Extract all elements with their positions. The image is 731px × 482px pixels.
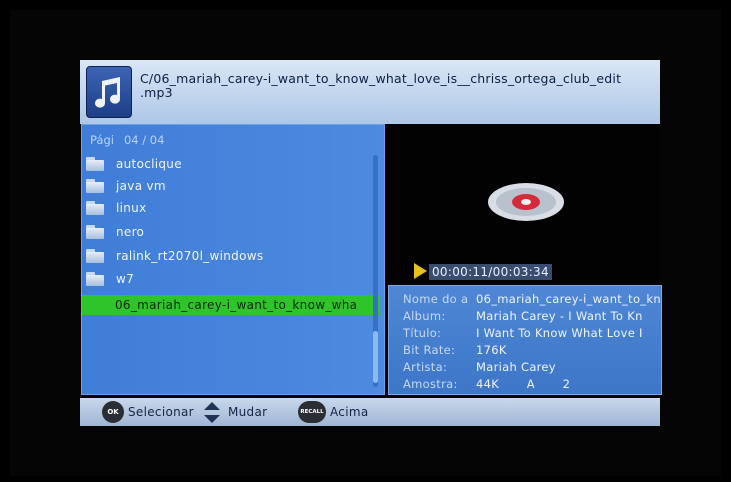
list-item-label: w7 — [116, 272, 135, 286]
file-list-panel: Pági 04 / 04 autoclique java vm linux ner… — [81, 124, 385, 395]
selected-list-item[interactable]: 06_mariah_carey-i_want_to_know_wha — [82, 295, 380, 315]
cd-icon — [488, 183, 564, 221]
list-item[interactable]: java vm — [82, 176, 374, 196]
play-icon[interactable] — [414, 263, 427, 279]
selected-item-label: 06_mariah_carey-i_want_to_know_wha — [115, 298, 358, 312]
folder-icon — [86, 201, 106, 215]
info-value: Mariah Carey - I Want To Kn — [476, 309, 643, 323]
media-info-panel: Nome do a 06_mariah_carey-i_want_to_kn Al… — [388, 285, 662, 395]
info-value: I Want To Know What Love I — [476, 326, 643, 340]
list-item-label: autoclique — [116, 157, 182, 171]
info-key: Amostra: — [403, 377, 458, 391]
list-item[interactable]: autoclique — [82, 154, 374, 174]
list-item[interactable]: nero — [82, 222, 374, 242]
folder-icon — [86, 225, 106, 239]
list-item[interactable]: ralink_rt2070l_windows — [82, 246, 374, 266]
info-row-album: Album: Mariah Carey - I Want To Kn — [403, 309, 643, 323]
list-item-label: ralink_rt2070l_windows — [116, 249, 264, 263]
file-path-line2: .mp3 — [140, 85, 173, 100]
page-label: Pági — [90, 133, 114, 147]
info-row-bitrate: Bit Rate: 176K — [403, 343, 507, 357]
info-value: 176K — [476, 343, 507, 357]
list-item-label: nero — [116, 225, 145, 239]
page-number: 04 / 04 — [123, 133, 165, 147]
folder-icon — [86, 157, 106, 171]
list-item[interactable]: linux — [82, 198, 374, 218]
ok-button-icon[interactable]: OK — [102, 401, 124, 423]
music-note-icon — [86, 66, 132, 118]
info-key: Bit Rate: — [403, 343, 456, 357]
file-path: C/06_mariah_carey-i_want_to_know_what_lo… — [140, 72, 650, 100]
list-item-label: java vm — [116, 179, 166, 193]
up-label: Acima — [330, 405, 369, 419]
page-indicator: Pági 04 / 04 — [90, 133, 164, 147]
list-item-label: linux — [116, 201, 147, 215]
recall-button-icon[interactable]: RECALL — [298, 401, 326, 423]
footer-bar: OK Selecionar Mudar RECALL Acima — [80, 398, 660, 426]
list-item[interactable]: w7 — [82, 269, 374, 289]
info-value: 44K A 2 — [476, 377, 571, 391]
folder-icon — [86, 272, 106, 286]
info-key: Album: — [403, 309, 446, 323]
select-label: Selecionar — [128, 405, 194, 419]
folder-icon — [86, 179, 106, 193]
change-label: Mudar — [228, 405, 268, 419]
info-value: Mariah Carey — [476, 360, 556, 374]
info-row-titulo: Título: I Want To Know What Love I — [403, 326, 643, 340]
info-row-amostra: Amostra: 44K A 2 — [403, 377, 570, 391]
scrollbar-thumb[interactable] — [373, 331, 378, 383]
info-key: Artista: — [403, 360, 448, 374]
info-key: Nome do a — [403, 292, 469, 306]
info-key: Título: — [403, 326, 442, 340]
info-row-artista: Artista: Mariah Carey — [403, 360, 556, 374]
file-path-line1: C/06_mariah_carey-i_want_to_know_what_lo… — [140, 71, 622, 86]
folder-icon — [86, 249, 106, 263]
scrollbar[interactable] — [373, 155, 378, 387]
header-bar: C/06_mariah_carey-i_want_to_know_what_lo… — [80, 60, 660, 124]
up-down-arrows-icon[interactable] — [203, 400, 221, 426]
playback-time: 00:00:11/00:03:34 — [429, 264, 552, 280]
preview-area: 00:00:11/00:03:34 — [386, 124, 660, 284]
info-value: 06_mariah_carey-i_want_to_kn — [476, 292, 661, 306]
info-row-nome: Nome do a 06_mariah_carey-i_want_to_kn — [403, 292, 661, 306]
